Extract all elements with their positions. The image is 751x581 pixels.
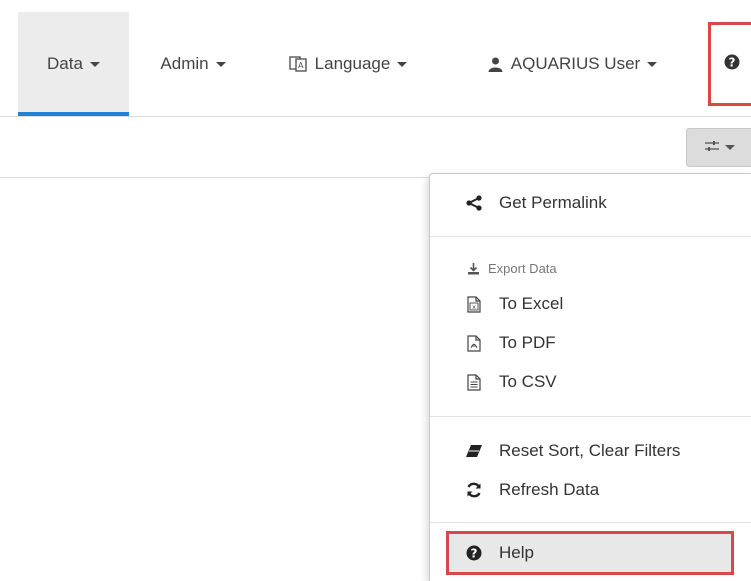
- export-data-header: Export Data: [430, 256, 751, 280]
- nav-language-label: Language: [314, 54, 391, 73]
- menu-item-refresh-data[interactable]: Refresh Data: [430, 473, 751, 507]
- caret-down-icon: [724, 145, 735, 150]
- menu-item-to-excel[interactable]: x To Excel: [430, 287, 751, 321]
- menu-divider: [430, 522, 751, 523]
- menu-item-help[interactable]: ? Help: [446, 531, 734, 575]
- svg-text:?: ?: [471, 547, 478, 561]
- file-excel-icon: x: [463, 295, 485, 313]
- file-text-icon: [463, 373, 485, 391]
- menu-item-label: Refresh Data: [499, 480, 600, 499]
- caret-down-icon: [89, 61, 100, 67]
- menu-item-label: Reset Sort, Clear Filters: [499, 441, 681, 460]
- help-nav-highlight-box: [708, 22, 751, 106]
- menu-item-label: To PDF: [499, 333, 556, 352]
- menu-item-label: To CSV: [499, 372, 557, 391]
- menu-divider: [430, 416, 751, 417]
- download-icon: [463, 262, 483, 275]
- caret-down-icon: [215, 61, 226, 67]
- svg-text:A: A: [298, 61, 304, 70]
- question-circle-icon: ?: [463, 545, 485, 561]
- menu-item-label: To Excel: [499, 294, 564, 313]
- menu-item-to-pdf[interactable]: To PDF: [430, 326, 751, 360]
- nav-language-menu[interactable]: A Language: [262, 12, 434, 116]
- menu-item-reset-sort[interactable]: Reset Sort, Clear Filters: [430, 434, 751, 468]
- menu-divider: [430, 236, 751, 237]
- caret-down-icon: [397, 61, 408, 67]
- caret-down-icon: [647, 61, 658, 67]
- menu-item-to-csv[interactable]: To CSV: [430, 365, 751, 399]
- settings-dropdown-button[interactable]: [686, 128, 751, 167]
- nav-user-menu[interactable]: AQUARIUS User: [450, 12, 695, 116]
- menu-item-label: Get Permalink: [499, 193, 607, 212]
- svg-text:x: x: [472, 303, 476, 311]
- nav-admin-label: Admin: [160, 54, 209, 73]
- settings-dropdown-menu: Get Permalink Export Data x To Excel To …: [429, 173, 751, 581]
- nav-user-label: AQUARIUS User: [510, 54, 641, 73]
- top-navbar: Data Admin A Language AQUARIUS User ?: [0, 0, 751, 117]
- user-icon: [488, 57, 503, 72]
- nav-data-menu[interactable]: Data: [18, 12, 129, 116]
- language-icon: A: [288, 56, 307, 72]
- nav-data-label: Data: [47, 54, 83, 73]
- export-data-label: Export Data: [488, 260, 557, 276]
- sliders-icon: [704, 139, 720, 157]
- refresh-icon: [463, 482, 485, 498]
- nav-admin-menu[interactable]: Admin: [138, 12, 248, 116]
- eraser-icon: [463, 444, 485, 458]
- menu-item-label: Help: [499, 543, 534, 562]
- file-pdf-icon: [463, 334, 485, 352]
- menu-item-get-permalink[interactable]: Get Permalink: [430, 186, 751, 220]
- share-icon: [463, 195, 485, 211]
- active-tab-indicator: [18, 112, 129, 116]
